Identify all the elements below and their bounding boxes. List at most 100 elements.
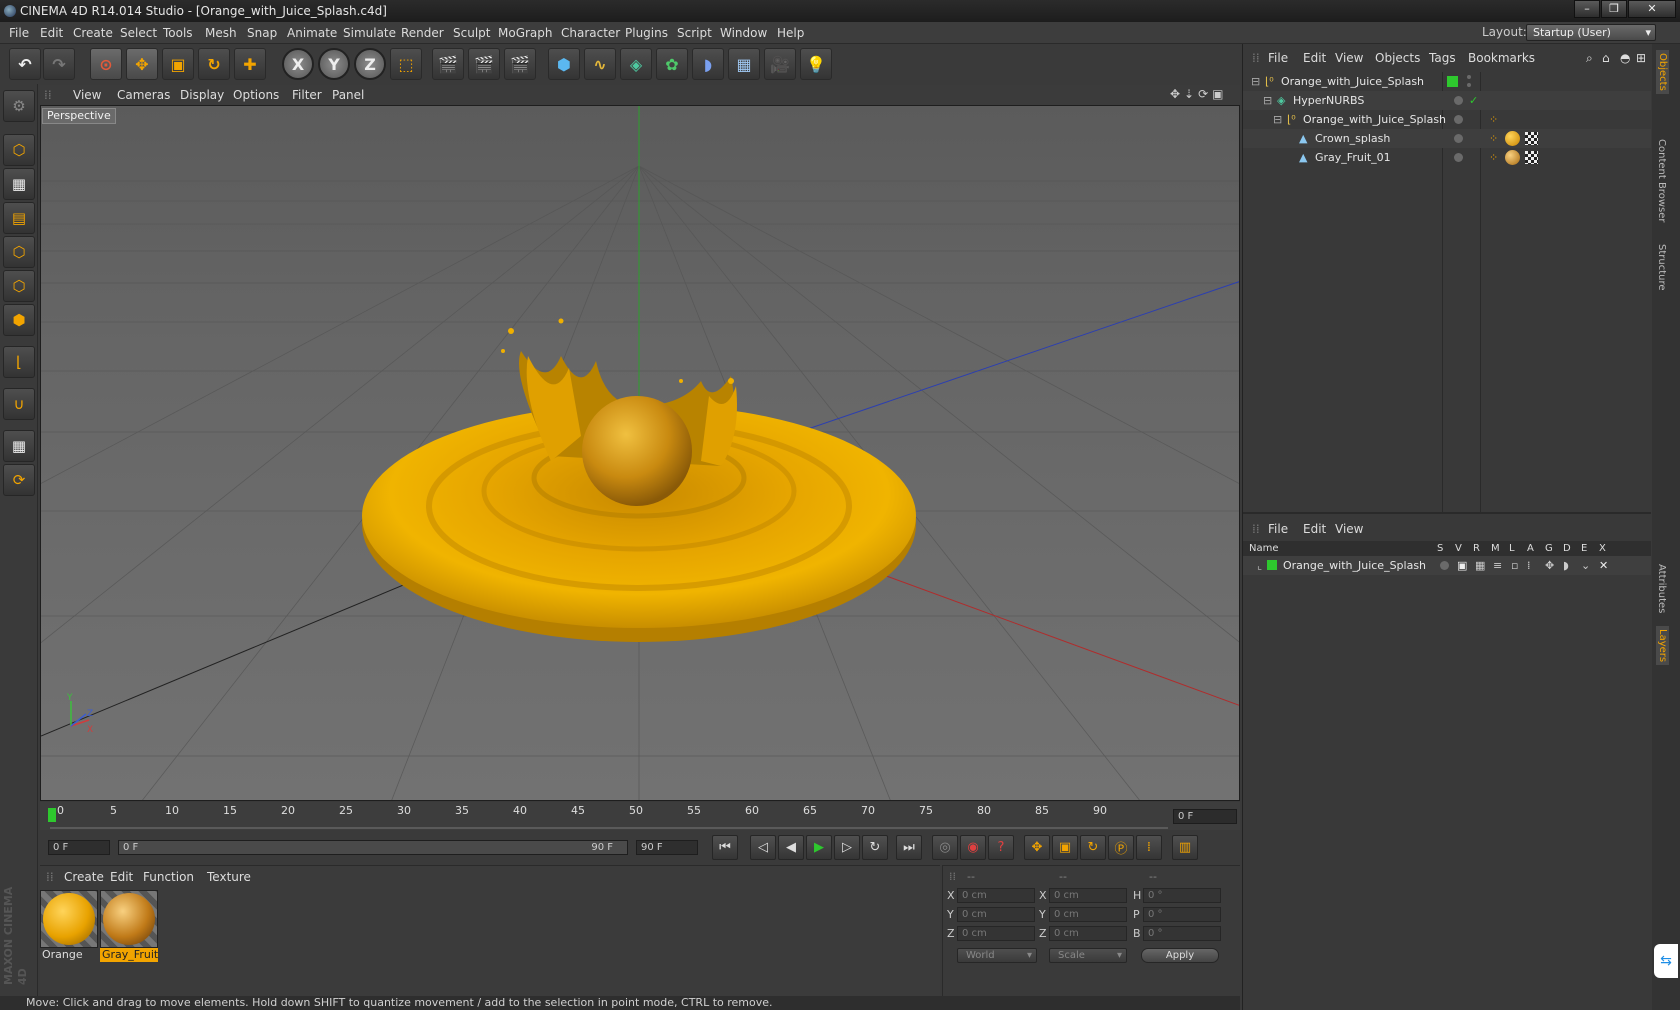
- current-frame-field[interactable]: 0 F: [1173, 809, 1237, 824]
- record-pla-button[interactable]: ⁞: [1136, 835, 1162, 860]
- teamviewer-icon[interactable]: ⇆: [1654, 944, 1678, 978]
- move-tool-button[interactable]: ✥: [126, 48, 158, 80]
- texture-mode-button[interactable]: ▦: [3, 168, 35, 200]
- tab-layers[interactable]: Layers: [1656, 626, 1669, 666]
- menu-sculpt[interactable]: Sculpt: [453, 22, 490, 44]
- layer-color-swatch[interactable]: [1267, 560, 1277, 570]
- viewport-menu-view[interactable]: View: [73, 85, 101, 105]
- frame-range-slider[interactable]: 0 F 90 F: [118, 840, 628, 855]
- nurbs-button[interactable]: ◈: [620, 48, 652, 80]
- object-menu-file[interactable]: File: [1268, 47, 1288, 69]
- render-view-button[interactable]: 🎬: [432, 48, 464, 80]
- material-menu-texture[interactable]: Texture: [207, 866, 251, 888]
- menu-create[interactable]: Create: [73, 22, 113, 44]
- make-editable-button[interactable]: ⚙: [3, 90, 35, 122]
- object-menu-tags[interactable]: Tags: [1429, 47, 1456, 69]
- object-row[interactable]: ▲ Gray_Fruit_01 ⁘: [1243, 148, 1651, 167]
- material-menu-create[interactable]: Create: [64, 866, 104, 888]
- layout-select[interactable]: Startup (User) ▾: [1526, 24, 1656, 41]
- rotation-b-field[interactable]: 0 °: [1143, 926, 1221, 941]
- rotation-h-field[interactable]: 0 °: [1143, 888, 1221, 903]
- expression-toggle-icon[interactable]: ⌄: [1581, 556, 1590, 575]
- layer-menu-file[interactable]: File: [1268, 518, 1288, 540]
- material-menu-edit[interactable]: Edit: [110, 866, 133, 888]
- viewport-menu-options[interactable]: Options: [233, 85, 279, 105]
- material-swatch-gray-fruit[interactable]: Gray_Fruit: [100, 890, 158, 964]
- column-expressions[interactable]: E: [1581, 541, 1587, 556]
- scale-tool-button[interactable]: ▣: [162, 48, 194, 80]
- position-x-field[interactable]: 0 cm: [957, 888, 1035, 903]
- light-button[interactable]: 💡: [800, 48, 832, 80]
- render-picture-viewer-button[interactable]: 🎬: [468, 48, 500, 80]
- previous-key-button[interactable]: ◁: [750, 835, 776, 860]
- visibility-dot[interactable]: [1454, 115, 1463, 124]
- rotate-tool-button[interactable]: ↻: [198, 48, 230, 80]
- viewport-menu-display[interactable]: Display: [180, 85, 224, 105]
- texture-tag-icon[interactable]: [1525, 151, 1538, 164]
- object-menu-objects[interactable]: Objects: [1375, 47, 1420, 69]
- magnet-button[interactable]: ∪: [3, 388, 35, 420]
- tree-collapse-icon[interactable]: ⊟: [1273, 110, 1282, 129]
- menu-character[interactable]: Character: [561, 22, 620, 44]
- live-selection-button[interactable]: ⊙: [90, 48, 122, 80]
- tab-objects[interactable]: Objects: [1656, 50, 1669, 94]
- object-row[interactable]: ⊟ ◈ HyperNURBS ✓: [1243, 91, 1651, 110]
- layer-menu-edit[interactable]: Edit: [1303, 518, 1326, 540]
- tab-content-browser[interactable]: Content Browser: [1656, 139, 1667, 222]
- menu-animate[interactable]: Animate: [287, 22, 337, 44]
- menu-mograph[interactable]: MoGraph: [498, 22, 553, 44]
- column-manager[interactable]: M: [1491, 541, 1500, 556]
- material-swatch-orange[interactable]: Orange: [40, 890, 98, 964]
- floor-button[interactable]: ▦: [728, 48, 760, 80]
- start-frame-field[interactable]: 0 F: [48, 840, 110, 855]
- menu-tools[interactable]: Tools: [163, 22, 193, 44]
- spline-button[interactable]: ∿: [584, 48, 616, 80]
- size-x-field[interactable]: 0 cm: [1049, 888, 1127, 903]
- menu-render[interactable]: Render: [401, 22, 444, 44]
- eye-icon[interactable]: ◓: [1620, 47, 1630, 69]
- home-icon[interactable]: ⌂: [1602, 47, 1610, 69]
- visibility-dot[interactable]: [1454, 134, 1463, 143]
- column-xref[interactable]: X: [1599, 541, 1606, 556]
- x-axis-lock-button[interactable]: X: [282, 48, 314, 80]
- points-mode-button[interactable]: ⬡: [3, 236, 35, 268]
- play-button[interactable]: ▶: [806, 835, 832, 860]
- manager-toggle-icon[interactable]: ≡: [1493, 556, 1502, 575]
- perspective-viewport[interactable]: Y X Z: [40, 105, 1240, 801]
- generator-toggle-icon[interactable]: ✥: [1545, 556, 1554, 575]
- viewport-menu-panel[interactable]: Panel: [332, 85, 364, 105]
- column-solo[interactable]: S: [1437, 541, 1443, 556]
- edges-mode-button[interactable]: ⬡: [3, 270, 35, 302]
- menu-mesh[interactable]: Mesh: [205, 22, 237, 44]
- coordinate-mode-select[interactable]: World ▾: [957, 948, 1037, 963]
- column-generators[interactable]: G: [1545, 541, 1553, 556]
- texture-tag-icon[interactable]: [1525, 132, 1538, 145]
- rotation-p-field[interactable]: 0 °: [1143, 907, 1221, 922]
- record-active-button[interactable]: ◎: [932, 835, 958, 860]
- undo-button[interactable]: ↶: [9, 48, 41, 80]
- column-deformers[interactable]: D: [1563, 541, 1571, 556]
- solo-toggle-icon[interactable]: [1440, 561, 1449, 570]
- object-menu-bookmarks[interactable]: Bookmarks: [1468, 47, 1535, 69]
- apply-button[interactable]: Apply: [1141, 948, 1219, 963]
- checkmark-icon[interactable]: ✓: [1469, 91, 1478, 110]
- menu-help[interactable]: Help: [777, 22, 804, 44]
- array-button[interactable]: ✿: [656, 48, 688, 80]
- object-row[interactable]: ▲ Crown_splash ⁘: [1243, 129, 1651, 148]
- next-key-button[interactable]: ↻: [862, 835, 888, 860]
- close-button[interactable]: ✕: [1628, 0, 1676, 18]
- visibility-dot[interactable]: [1454, 96, 1463, 105]
- object-menu-edit[interactable]: Edit: [1303, 47, 1326, 69]
- object-row[interactable]: ⊟ ⌊⁰ Orange_with_Juice_Splash: [1243, 72, 1651, 91]
- object-menu-view[interactable]: View: [1335, 47, 1363, 69]
- minimize-button[interactable]: –: [1574, 0, 1600, 18]
- timeline-ruler[interactable]: 0 5 10 15 20 25 30 35 40 45 50 55 60 65 …: [40, 802, 1240, 830]
- column-locked[interactable]: L: [1509, 541, 1515, 556]
- polygons-mode-button[interactable]: ⬢: [3, 304, 35, 336]
- phong-tag-icon[interactable]: ⁘: [1489, 129, 1498, 148]
- viewport-menu-filter[interactable]: Filter: [292, 85, 322, 105]
- go-to-end-button[interactable]: ⏭: [896, 835, 922, 860]
- workplane-mode-button[interactable]: ▤: [3, 202, 35, 234]
- new-window-icon[interactable]: ⊞: [1636, 47, 1646, 69]
- position-y-field[interactable]: 0 cm: [957, 907, 1035, 922]
